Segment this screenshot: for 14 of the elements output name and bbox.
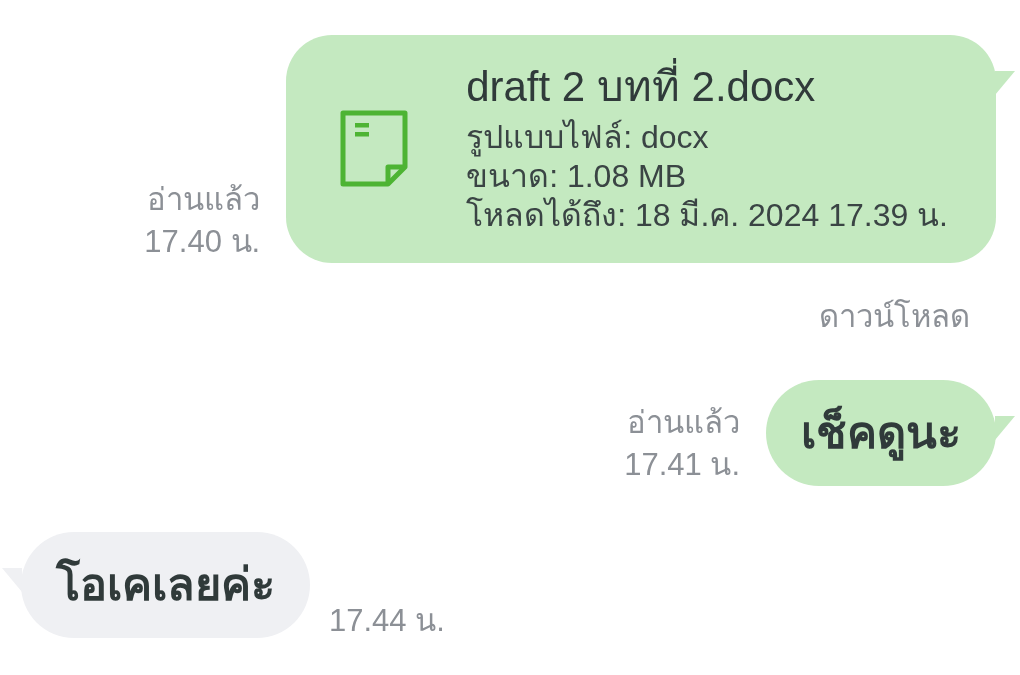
speech-tail-icon: [995, 416, 1015, 440]
file-message-card[interactable]: draft 2 บทที่ 2.docx รูปแบบไฟล์: docx ขนาด: 1.08 MB โหลดได้ถึง: 18 มี.ค. 2024 17.39 น.: [286, 35, 996, 263]
speech-tail-icon: [995, 71, 1015, 95]
file-detail: ขนาด: 1.08 MB: [466, 157, 688, 196]
chat-message: โอเคเลยค่ะ: [21, 532, 310, 638]
message-time: 17.44 น.: [329, 602, 445, 640]
chat-message: เช็คดูนะ: [766, 380, 996, 486]
message-time: 17.40 น.: [144, 223, 261, 261]
document-icon: [340, 110, 409, 187]
read-status: อ่านแล้ว: [147, 181, 261, 219]
message-time: 17.41 น.: [624, 446, 740, 484]
file-detail: รูปแบบไฟล์: docx: [466, 118, 710, 157]
read-status: อ่านแล้ว: [627, 404, 740, 442]
file-detail: โหลดได้ถึง: 18 มี.ค. 2024 17.39 น.: [466, 196, 948, 235]
